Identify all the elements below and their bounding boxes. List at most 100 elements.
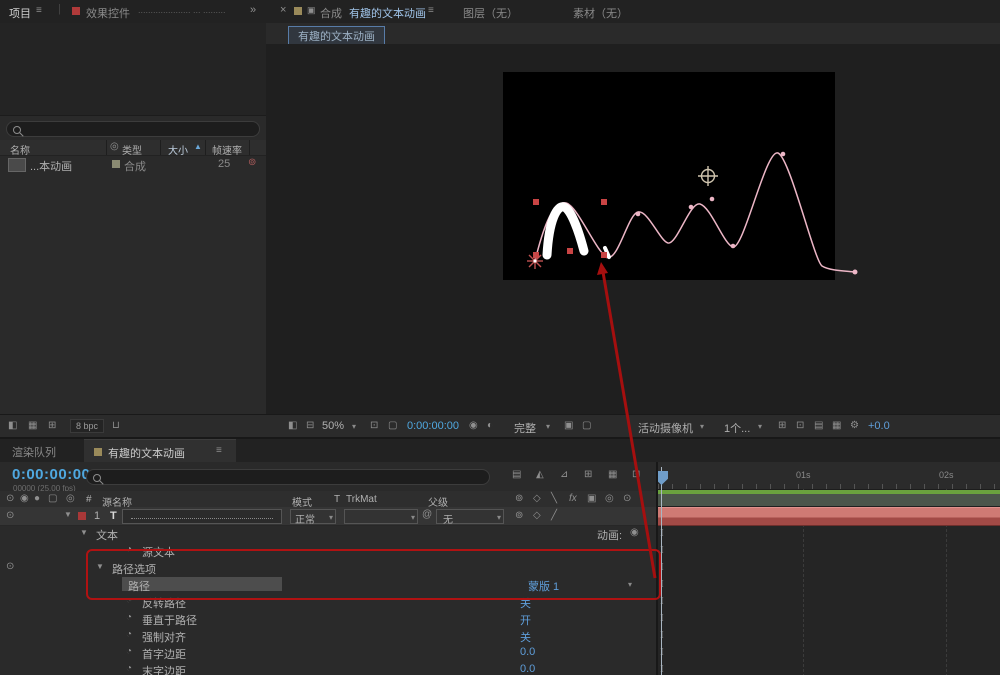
prop-force-value[interactable]: 关 — [520, 629, 531, 645]
viewer-timecode[interactable]: 0:00:00:00 — [407, 420, 459, 432]
parent-pickwhip-icon[interactable]: @ — [422, 510, 432, 520]
layer-duration-bar[interactable] — [658, 507, 1000, 526]
comp-tab-name[interactable]: 有趣的文本动画 — [349, 5, 426, 21]
current-timecode[interactable]: 0:00:00:00 — [12, 466, 90, 483]
animate-menu-icon[interactable]: ◉ — [630, 528, 639, 538]
comp-subtab[interactable]: 有趣的文本动画 — [288, 26, 385, 46]
graph-editor-icon[interactable]: ⊡ — [632, 470, 640, 480]
path-vertex[interactable] — [710, 197, 715, 202]
caret-down-icon[interactable]: ▼ — [80, 529, 88, 537]
always-preview-icon[interactable]: ◧ — [288, 421, 297, 431]
playhead-line[interactable] — [661, 467, 662, 675]
layer-label-chip[interactable] — [78, 512, 86, 520]
col-layer-number[interactable]: # — [86, 494, 92, 505]
prop-row-text[interactable]: ▼ 文本 动画: ◉ — [0, 525, 656, 542]
stopwatch-icon[interactable]: ◔ — [126, 613, 132, 623]
layer-row[interactable]: ⊙ ▼ 1 T 正常 ▾ ▾ @ 无 ▾ — [0, 507, 656, 526]
stopwatch-icon[interactable]: ◔ — [126, 596, 132, 606]
label-color-icon[interactable]: ◎ — [110, 142, 119, 152]
frame-blending-icon[interactable]: ⊞ — [584, 470, 592, 480]
layer-expand-caret-icon[interactable]: ▼ — [64, 511, 72, 519]
new-folder-icon[interactable]: ▦ — [28, 421, 37, 431]
tab-effect-controls[interactable]: 效果控件 — [86, 5, 130, 21]
interpret-footage-icon[interactable]: ◧ — [8, 421, 17, 431]
item-label-chip[interactable] — [112, 160, 120, 168]
text-character-stroke[interactable] — [547, 207, 584, 255]
hide-shy-layers-icon[interactable]: ⊿ — [560, 470, 568, 480]
zoom-select[interactable]: 50% — [322, 420, 344, 432]
timeline-search-input[interactable] — [86, 469, 490, 485]
prop-row-source-text[interactable]: ◔ 源文本 — [0, 542, 656, 559]
timeline-button-icon[interactable]: ▤ — [814, 421, 823, 431]
grid-guides-icon[interactable]: ⊡ — [370, 421, 378, 431]
parent-dropdown[interactable]: 无 ▾ — [436, 509, 504, 524]
magnification-icon[interactable]: ⊟ — [306, 421, 314, 431]
prop-source-text-label[interactable]: 源文本 — [142, 544, 175, 560]
prop-row-force-alignment[interactable]: ◔ 强制对齐 关 — [0, 627, 656, 644]
prop-first-margin-label[interactable]: 首字边距 — [142, 646, 186, 662]
prop-path-options-label[interactable]: 路径选项 — [112, 561, 156, 577]
prop-row-first-margin[interactable]: ◔ 首字边距 0.0 — [0, 644, 656, 661]
motion-blur-icon[interactable]: ▦ — [608, 470, 617, 480]
panel-overflow-icon[interactable]: » — [250, 5, 256, 16]
prop-last-margin-value[interactable]: 0.0 — [520, 663, 535, 675]
viewer-menu-icon[interactable]: ≡ — [428, 6, 434, 16]
col-size[interactable]: 大小 — [168, 142, 188, 157]
prop-first-margin-value[interactable]: 0.0 — [520, 646, 535, 658]
viewer-viewport[interactable] — [266, 44, 1000, 414]
camera-select[interactable]: 活动摄像机 — [638, 420, 693, 436]
transparency-grid-icon[interactable]: ▢ — [582, 421, 591, 431]
prop-force-label[interactable]: 强制对齐 — [142, 629, 186, 645]
path-start-point[interactable] — [533, 259, 536, 262]
tab-comp-active[interactable]: 有趣的文本动画 ≡ — [84, 439, 236, 463]
new-composition-icon[interactable]: ⊞ — [48, 421, 56, 431]
col-type[interactable]: 类型 — [122, 142, 142, 157]
exposure-value[interactable]: +0.0 — [868, 420, 890, 432]
trkmat-dropdown[interactable]: ▾ — [344, 509, 418, 524]
layer-quality-icon[interactable]: ╱ — [551, 511, 557, 521]
stopwatch-icon[interactable]: ◔ — [126, 630, 132, 640]
flowchart-icon[interactable]: ▦ — [832, 421, 841, 431]
tab-layer[interactable]: 图层（无） — [463, 5, 518, 21]
time-ruler[interactable]: 01s 02s — [658, 462, 1000, 490]
close-tab-icon[interactable]: × — [280, 5, 286, 16]
prop-reverse-value[interactable]: 关 — [520, 595, 531, 611]
prop-perpendicular-value[interactable]: 开 — [520, 612, 531, 628]
lock-icon[interactable]: ▣ — [307, 6, 316, 15]
tab-menu-icon[interactable]: ≡ — [216, 446, 222, 456]
pixel-aspect-icon[interactable]: ⊞ — [778, 421, 786, 431]
prop-row-reverse-path[interactable]: ◔ 反转路径 关 — [0, 593, 656, 610]
path-vertex[interactable] — [731, 244, 736, 249]
group-eye-icon[interactable]: ⊙ — [6, 562, 14, 572]
item-name[interactable]: ...本动画 — [30, 158, 72, 174]
fast-preview-icon[interactable]: ⊡ — [796, 421, 804, 431]
layer-shy-icon[interactable]: ⊚ — [515, 511, 523, 521]
region-of-interest-icon[interactable]: ▣ — [564, 421, 573, 431]
prop-row-path[interactable]: 路径 蒙版 1 ▾ — [0, 576, 656, 593]
prop-row-path-options[interactable]: ⊙ ▼ 路径选项 — [0, 559, 656, 576]
layer-visibility-eye-icon[interactable]: ⊙ — [6, 511, 14, 521]
prop-text-label[interactable]: 文本 — [96, 527, 118, 543]
layer-collapse-icon[interactable]: ◇ — [533, 511, 541, 521]
stopwatch-icon[interactable]: ◔ — [126, 647, 132, 657]
mode-dropdown[interactable]: 正常 ▾ — [290, 509, 336, 524]
path-vertex[interactable] — [689, 205, 694, 210]
path-end-vertex[interactable] — [853, 270, 858, 275]
caret-down-icon[interactable]: ▼ — [96, 563, 104, 571]
composition-mini-flowchart-icon[interactable]: ▤ — [512, 470, 521, 480]
col-trkmat[interactable]: TrkMat — [346, 494, 377, 505]
col-name[interactable]: 名称 — [10, 142, 30, 157]
timeline-track-area[interactable]: 01s 02s I I I I I I I I I — [658, 462, 1000, 675]
anchor-point-icon[interactable] — [698, 166, 718, 186]
tab-project[interactable]: 项目 — [9, 5, 31, 24]
sort-ascending-icon[interactable]: ▲ — [194, 142, 202, 151]
show-channel-icon[interactable]: ◐ — [487, 421, 493, 431]
col-t[interactable]: T — [334, 494, 340, 505]
project-item-row[interactable]: ...本动画 合成 25 ⊚ — [0, 156, 266, 173]
prop-row-perpendicular[interactable]: ◔ 垂直于路径 开 — [0, 610, 656, 627]
prop-row-last-margin[interactable]: ◔ 末字边距 0.0 — [0, 661, 656, 675]
tab-footage[interactable]: 素材（无） — [573, 5, 628, 21]
tab-render-queue[interactable]: 渲染队列 — [12, 444, 56, 460]
project-search-input[interactable] — [6, 121, 260, 137]
path-vertex[interactable] — [781, 152, 786, 157]
